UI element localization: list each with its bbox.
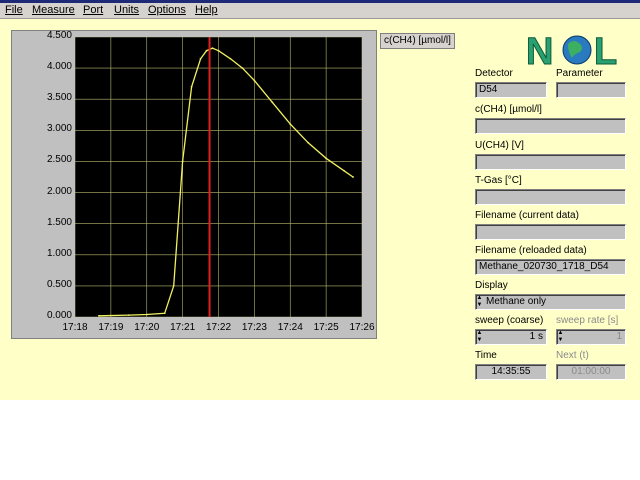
tgas-field [475,189,626,205]
next-label: Next (t) [556,350,589,361]
time-label: Time [475,350,497,361]
x-tick-label: 17:19 [98,322,124,333]
menu-file-label: File [5,4,23,16]
menu-port[interactable]: Port [83,4,103,16]
svg-text:N: N [526,31,553,70]
methane-data-point [289,123,292,126]
y-tick-label: 2.500 [46,154,72,166]
methane-data-point [307,141,310,144]
y-tick-label: 1.000 [46,247,72,259]
menu-units[interactable]: Units [114,4,139,16]
methane-data-point [98,314,100,317]
plot-area[interactable] [75,37,362,317]
sweep-rate-control: ▲ ▼ 1 [556,329,626,345]
sweep-rate-value: 1 [616,331,622,342]
methane-data-point [211,47,214,50]
methane-data-point [172,284,175,287]
y-tick-label: 4.500 [46,30,72,41]
methane-data-point [199,57,202,60]
detector-field: D54 [475,82,547,98]
ch4-field [475,118,626,134]
methane-trace-line [98,47,354,317]
methane-data-point [217,49,220,52]
methane-data-point [205,49,208,52]
filename-current-label: Filename (current data) [475,210,579,221]
methane-data-point [325,157,328,160]
y-tick-label: 3.500 [46,92,72,104]
sweep-rate-spinner-icon: ▲ ▼ [557,330,564,343]
x-tick-label: 17:24 [277,322,303,333]
sweep-coarse-label: sweep (coarse) [475,315,544,326]
tgas-label: T-Gas [°C] [475,175,522,186]
x-tick-label: 17:18 [62,322,88,333]
y-tick-label: 3.000 [46,123,72,135]
menu-port-label: Port [83,4,104,16]
menu-help[interactable]: Help [195,4,218,16]
parameter-field [556,82,626,98]
plot-channel-label[interactable]: c(CH4) [µmol/l] [380,33,455,49]
menu-file[interactable]: File [5,4,23,16]
y-tick-label: 0.500 [46,278,72,290]
menu-measure[interactable]: Measure [32,4,75,16]
y-tick-label: 2.000 [46,185,72,197]
y-tick-label: 1.500 [46,216,72,228]
x-tick-label: 17:20 [134,322,160,333]
menu-bar: File Measure Port Units Options Help [0,3,640,19]
methane-data-point [343,169,345,172]
y-tick-label: 0.000 [46,310,72,321]
methane-data-point [190,85,193,88]
menu-options[interactable]: Options [148,4,186,16]
voltage-field [475,154,626,170]
x-tick-label: 17:23 [241,322,267,333]
methane-data-point [352,176,354,178]
filename-current-field [475,224,626,240]
methane-data-point [241,67,244,70]
display-value: Methane only [486,296,547,307]
display-label: Display [475,280,508,291]
parameter-label: Parameter [556,68,603,79]
x-tick-label: 17:25 [313,322,339,333]
sweep-coarse-spinner-icon[interactable]: ▲ ▼ [476,330,483,344]
menu-options-label: Options [148,4,186,16]
detector-label: Detector [475,68,513,79]
filename-reloaded-field[interactable]: Methane_020730_1718_D54 [475,259,626,275]
methane-data-point [253,79,256,82]
sweep-rate-label: sweep rate [s] [556,315,619,326]
menu-help-label: Help [195,4,218,16]
voltage-label: U(CH4) [V] [475,140,524,151]
filename-reloaded-label: Filename (reloaded data) [475,245,587,256]
methane-data-point [127,314,130,317]
sweep-coarse-control[interactable]: ▲ ▼ 1 s [475,329,547,345]
next-field: 01:00:00 [556,364,626,380]
x-tick-label: 17:21 [170,322,196,333]
methane-data-point [271,101,274,104]
detector-value: D54 [479,84,498,95]
x-tick-label: 17:22 [205,322,232,333]
methane-data-point [145,313,148,316]
time-field: 14:35:55 [475,364,547,380]
methane-data-point [181,160,184,163]
menu-units-label: Units [114,4,140,16]
next-value: 01:00:00 [571,366,611,377]
concentration-chart [75,37,362,317]
methane-data-point [229,57,232,60]
display-selector[interactable]: ▲ ▼ Methane only [475,294,626,310]
y-tick-label: 4.000 [46,61,72,73]
filename-reloaded-value: Methane_020730_1718_D54 [479,261,609,272]
svg-text:L: L [594,31,617,70]
time-value: 14:35:55 [491,366,531,377]
methane-data-point [163,312,166,315]
display-spinner-icon[interactable]: ▲ ▼ [476,295,483,309]
nol-logo: N L [526,31,618,71]
ch4-label: c(CH4) [µmol/l] [475,104,542,115]
x-tick-label: 17:26 [349,322,375,333]
sweep-coarse-value: 1 s [529,331,543,342]
menu-measure-label: Measure [32,4,75,16]
